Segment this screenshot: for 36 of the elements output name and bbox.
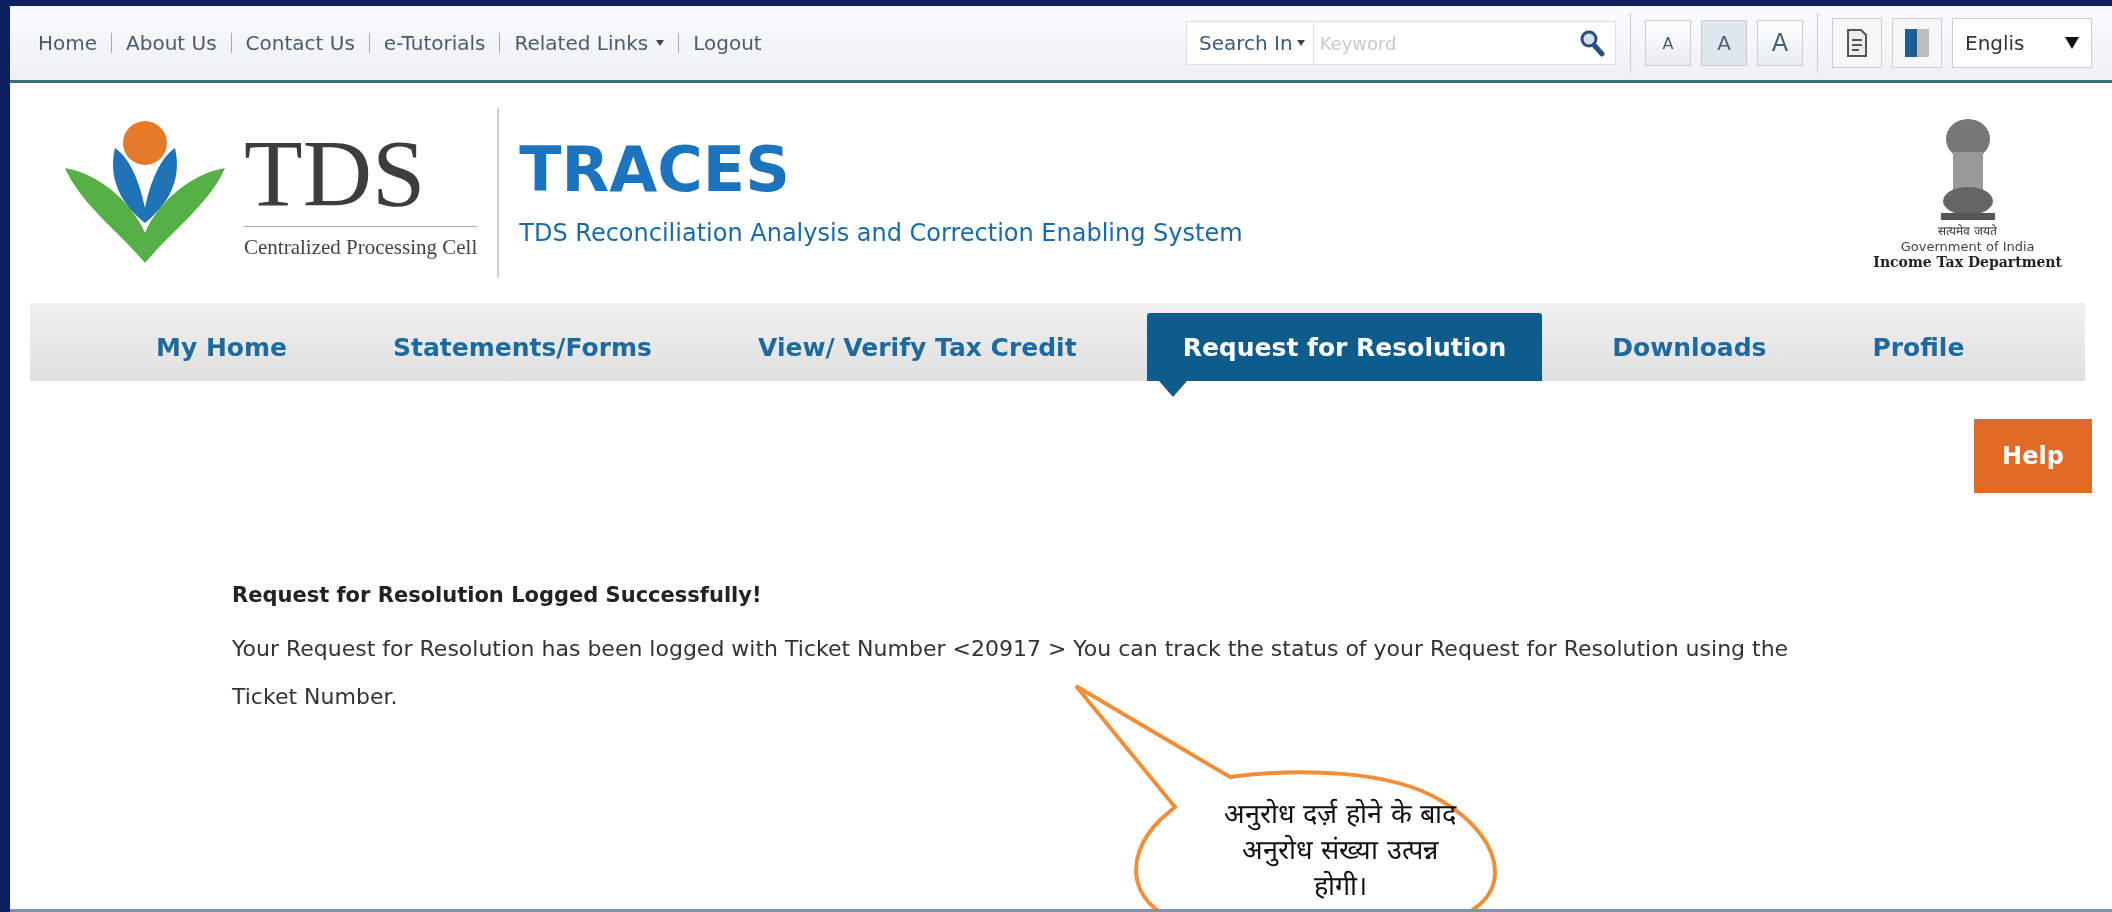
font-size-button[interactable]: A <box>1701 20 1747 66</box>
top-link[interactable]: e-Tutorials <box>383 31 486 55</box>
contrast-icon <box>1904 28 1930 58</box>
document-icon <box>1845 28 1869 58</box>
nav-tab[interactable]: View/ Verify Tax Credit <box>722 313 1113 381</box>
tab-pointer <box>1158 381 1187 397</box>
emblem-motto: सत्यमेव जयते <box>1938 222 1998 239</box>
emblem-department: Income Tax Department <box>1873 253 2062 270</box>
site-subtitle: TDS Reconciliation Analysis and Correction Enabling System <box>519 219 1243 247</box>
top-link[interactable]: Logout <box>693 31 762 55</box>
callout-text: अनुरोध दर्ज़ होने के बाद अनुरोध संख्या उत्पन्न होगी। <box>1222 797 1458 903</box>
site-title: TRACES <box>519 139 791 201</box>
nav-tab[interactable]: Downloads <box>1576 313 1803 381</box>
nav-tab[interactable]: Request for Resolution <box>1146 313 1543 381</box>
logo-text: TDS <box>244 126 478 227</box>
contrast-icon-button[interactable] <box>1892 18 1942 68</box>
top-link[interactable]: About Us <box>126 31 217 55</box>
nav-tab[interactable]: Profile <box>1836 313 2001 381</box>
emblem-caption: Government of India <box>1900 238 2035 254</box>
font-size-button[interactable]: A <box>1645 20 1691 66</box>
nav-tab[interactable]: Statements/Forms <box>357 313 688 381</box>
top-link[interactable]: Related Links <box>514 31 665 55</box>
search-scope-dropdown[interactable]: Search In <box>1187 22 1314 64</box>
success-heading: Request for Resolution Logged Successfully! <box>232 583 763 607</box>
language-dropdown[interactable]: Englis <box>1952 18 2092 68</box>
search-field[interactable]: Search In Keyword <box>1186 21 1616 65</box>
logo-subtitle: Centralized Processing Cell <box>244 235 478 260</box>
help-button[interactable]: Help <box>1974 419 2092 493</box>
search-icon[interactable] <box>1579 29 1605 57</box>
nav-tab[interactable]: My Home <box>120 313 323 381</box>
top-link[interactable]: Contact Us <box>245 31 355 55</box>
success-message: Your Request for Resolution has been logged with Ticket Number <20917 > You can track the status of your Request for Resolution using the Ticket Number. <box>232 635 1790 711</box>
top-link[interactable]: Home <box>38 31 98 55</box>
document-icon-button[interactable] <box>1832 18 1882 68</box>
caret-icon <box>2065 37 2079 49</box>
font-size-button[interactable]: A <box>1757 20 1803 66</box>
